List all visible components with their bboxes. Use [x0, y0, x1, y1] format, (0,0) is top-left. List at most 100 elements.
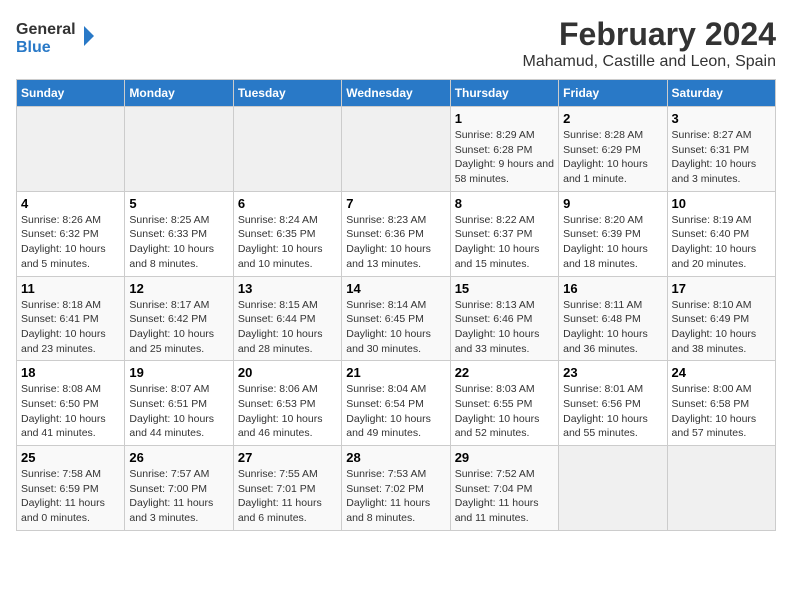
- day-number: 17: [672, 281, 771, 296]
- header-cell-friday: Friday: [559, 80, 667, 107]
- header-cell-monday: Monday: [125, 80, 233, 107]
- header-cell-wednesday: Wednesday: [342, 80, 450, 107]
- day-info: Sunrise: 8:11 AM Sunset: 6:48 PM Dayligh…: [563, 298, 662, 357]
- calendar-cell: 7 Sunrise: 8:23 AM Sunset: 6:36 PM Daylig…: [342, 191, 450, 276]
- calendar-cell: 14 Sunrise: 8:14 AM Sunset: 6:45 PM Dayli…: [342, 276, 450, 361]
- calendar-cell: 21 Sunrise: 8:04 AM Sunset: 6:54 PM Dayli…: [342, 361, 450, 446]
- day-number: 20: [238, 365, 337, 380]
- calendar-cell: 11 Sunrise: 8:18 AM Sunset: 6:41 PM Dayli…: [17, 276, 125, 361]
- calendar-cell: 10Sunrise: 8:19 AM Sunset: 6:40 PM Dayli…: [667, 191, 775, 276]
- day-info: Sunrise: 8:08 AM Sunset: 6:50 PM Dayligh…: [21, 382, 120, 441]
- calendar-cell: 12 Sunrise: 8:17 AM Sunset: 6:42 PM Dayli…: [125, 276, 233, 361]
- day-info: Sunrise: 8:06 AM Sunset: 6:53 PM Dayligh…: [238, 382, 337, 441]
- calendar-cell: 8 Sunrise: 8:22 AM Sunset: 6:37 PM Daylig…: [450, 191, 558, 276]
- calendar-week-2: 11 Sunrise: 8:18 AM Sunset: 6:41 PM Dayli…: [17, 276, 776, 361]
- day-number: 19: [129, 365, 228, 380]
- calendar-cell: 25 Sunrise: 7:58 AM Sunset: 6:59 PM Dayli…: [17, 446, 125, 531]
- day-info: Sunrise: 8:18 AM Sunset: 6:41 PM Dayligh…: [21, 298, 120, 357]
- day-number: 23: [563, 365, 662, 380]
- page-title: February 2024: [523, 16, 777, 53]
- day-info: Sunrise: 8:07 AM Sunset: 6:51 PM Dayligh…: [129, 382, 228, 441]
- day-number: 25: [21, 450, 120, 465]
- calendar-cell: 2Sunrise: 8:28 AM Sunset: 6:29 PM Daylig…: [559, 107, 667, 192]
- calendar-cell: 16Sunrise: 8:11 AM Sunset: 6:48 PM Dayli…: [559, 276, 667, 361]
- day-info: Sunrise: 8:17 AM Sunset: 6:42 PM Dayligh…: [129, 298, 228, 357]
- day-number: 22: [455, 365, 554, 380]
- day-number: 4: [21, 196, 120, 211]
- calendar-cell: [559, 446, 667, 531]
- title-block: February 2024 Mahamud, Castille and Leon…: [523, 16, 777, 71]
- calendar-week-0: 1Sunrise: 8:29 AM Sunset: 6:28 PM Daylig…: [17, 107, 776, 192]
- calendar-body: 1Sunrise: 8:29 AM Sunset: 6:28 PM Daylig…: [17, 107, 776, 531]
- day-info: Sunrise: 8:00 AM Sunset: 6:58 PM Dayligh…: [672, 382, 771, 441]
- page-header: GeneralBlue February 2024 Mahamud, Casti…: [16, 16, 776, 71]
- day-number: 7: [346, 196, 445, 211]
- day-info: Sunrise: 8:27 AM Sunset: 6:31 PM Dayligh…: [672, 128, 771, 187]
- calendar-table: SundayMondayTuesdayWednesdayThursdayFrid…: [16, 79, 776, 531]
- day-number: 24: [672, 365, 771, 380]
- header-cell-saturday: Saturday: [667, 80, 775, 107]
- day-info: Sunrise: 8:23 AM Sunset: 6:36 PM Dayligh…: [346, 213, 445, 272]
- calendar-cell: 15 Sunrise: 8:13 AM Sunset: 6:46 PM Dayli…: [450, 276, 558, 361]
- page-subtitle: Mahamud, Castille and Leon, Spain: [523, 53, 777, 71]
- day-number: 21: [346, 365, 445, 380]
- day-info: Sunrise: 8:01 AM Sunset: 6:56 PM Dayligh…: [563, 382, 662, 441]
- svg-text:Blue: Blue: [16, 39, 51, 56]
- calendar-cell: 3Sunrise: 8:27 AM Sunset: 6:31 PM Daylig…: [667, 107, 775, 192]
- day-number: 11: [21, 281, 120, 296]
- header-cell-tuesday: Tuesday: [233, 80, 341, 107]
- day-info: Sunrise: 7:57 AM Sunset: 7:00 PM Dayligh…: [129, 467, 228, 526]
- day-number: 14: [346, 281, 445, 296]
- day-number: 12: [129, 281, 228, 296]
- calendar-cell: 18Sunrise: 8:08 AM Sunset: 6:50 PM Dayli…: [17, 361, 125, 446]
- calendar-cell: 22 Sunrise: 8:03 AM Sunset: 6:55 PM Dayli…: [450, 361, 558, 446]
- calendar-week-4: 25 Sunrise: 7:58 AM Sunset: 6:59 PM Dayli…: [17, 446, 776, 531]
- day-info: Sunrise: 8:20 AM Sunset: 6:39 PM Dayligh…: [563, 213, 662, 272]
- day-info: Sunrise: 8:26 AM Sunset: 6:32 PM Dayligh…: [21, 213, 120, 272]
- day-info: Sunrise: 8:14 AM Sunset: 6:45 PM Dayligh…: [346, 298, 445, 357]
- calendar-week-3: 18Sunrise: 8:08 AM Sunset: 6:50 PM Dayli…: [17, 361, 776, 446]
- day-number: 8: [455, 196, 554, 211]
- calendar-cell: 9 Sunrise: 8:20 AM Sunset: 6:39 PM Daylig…: [559, 191, 667, 276]
- calendar-cell: 6 Sunrise: 8:24 AM Sunset: 6:35 PM Daylig…: [233, 191, 341, 276]
- day-info: Sunrise: 8:19 AM Sunset: 6:40 PM Dayligh…: [672, 213, 771, 272]
- day-number: 27: [238, 450, 337, 465]
- calendar-cell: 19 Sunrise: 8:07 AM Sunset: 6:51 PM Dayli…: [125, 361, 233, 446]
- header-cell-sunday: Sunday: [17, 80, 125, 107]
- calendar-cell: 28 Sunrise: 7:53 AM Sunset: 7:02 PM Dayli…: [342, 446, 450, 531]
- day-info: Sunrise: 8:10 AM Sunset: 6:49 PM Dayligh…: [672, 298, 771, 357]
- day-number: 9: [563, 196, 662, 211]
- day-info: Sunrise: 7:53 AM Sunset: 7:02 PM Dayligh…: [346, 467, 445, 526]
- day-info: Sunrise: 7:55 AM Sunset: 7:01 PM Dayligh…: [238, 467, 337, 526]
- day-info: Sunrise: 8:04 AM Sunset: 6:54 PM Dayligh…: [346, 382, 445, 441]
- calendar-cell: 23 Sunrise: 8:01 AM Sunset: 6:56 PM Dayli…: [559, 361, 667, 446]
- day-info: Sunrise: 7:58 AM Sunset: 6:59 PM Dayligh…: [21, 467, 120, 526]
- calendar-cell: [342, 107, 450, 192]
- day-info: Sunrise: 7:52 AM Sunset: 7:04 PM Dayligh…: [455, 467, 554, 526]
- day-number: 15: [455, 281, 554, 296]
- day-info: Sunrise: 8:13 AM Sunset: 6:46 PM Dayligh…: [455, 298, 554, 357]
- calendar-cell: 27 Sunrise: 7:55 AM Sunset: 7:01 PM Dayli…: [233, 446, 341, 531]
- calendar-cell: 29 Sunrise: 7:52 AM Sunset: 7:04 PM Dayli…: [450, 446, 558, 531]
- day-info: Sunrise: 8:15 AM Sunset: 6:44 PM Dayligh…: [238, 298, 337, 357]
- calendar-cell: [667, 446, 775, 531]
- calendar-cell: 17 Sunrise: 8:10 AM Sunset: 6:49 PM Dayli…: [667, 276, 775, 361]
- day-info: Sunrise: 8:28 AM Sunset: 6:29 PM Dayligh…: [563, 128, 662, 187]
- header-row: SundayMondayTuesdayWednesdayThursdayFrid…: [17, 80, 776, 107]
- day-info: Sunrise: 8:24 AM Sunset: 6:35 PM Dayligh…: [238, 213, 337, 272]
- calendar-cell: 24 Sunrise: 8:00 AM Sunset: 6:58 PM Dayli…: [667, 361, 775, 446]
- logo-icon: GeneralBlue: [16, 16, 96, 56]
- day-info: Sunrise: 8:03 AM Sunset: 6:55 PM Dayligh…: [455, 382, 554, 441]
- day-number: 5: [129, 196, 228, 211]
- calendar-week-1: 4 Sunrise: 8:26 AM Sunset: 6:32 PM Daylig…: [17, 191, 776, 276]
- calendar-cell: [233, 107, 341, 192]
- calendar-cell: 26 Sunrise: 7:57 AM Sunset: 7:00 PM Dayli…: [125, 446, 233, 531]
- day-number: 29: [455, 450, 554, 465]
- header-cell-thursday: Thursday: [450, 80, 558, 107]
- day-number: 28: [346, 450, 445, 465]
- calendar-cell: 13Sunrise: 8:15 AM Sunset: 6:44 PM Dayli…: [233, 276, 341, 361]
- day-info: Sunrise: 8:22 AM Sunset: 6:37 PM Dayligh…: [455, 213, 554, 272]
- day-number: 6: [238, 196, 337, 211]
- day-number: 26: [129, 450, 228, 465]
- calendar-cell: 5Sunrise: 8:25 AM Sunset: 6:33 PM Daylig…: [125, 191, 233, 276]
